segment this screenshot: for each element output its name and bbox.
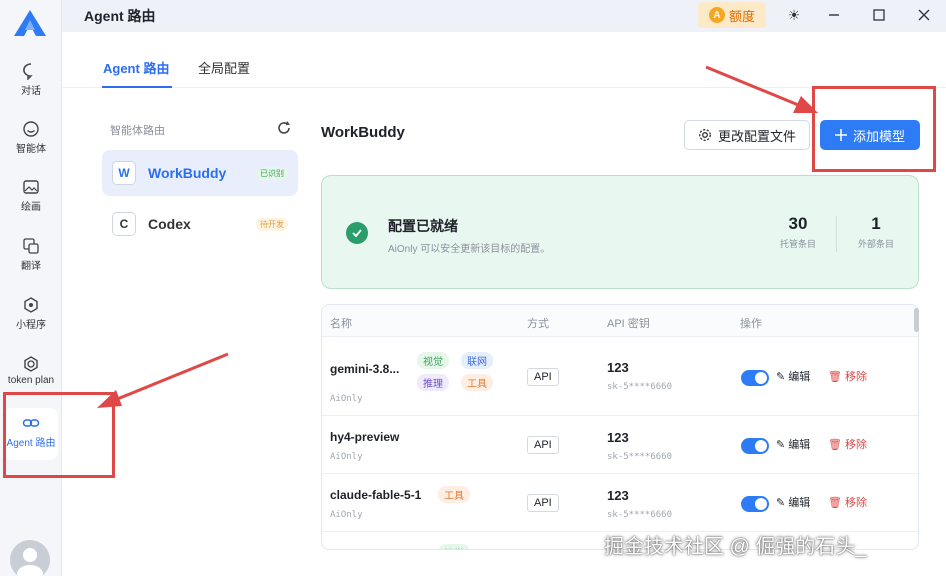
annotation-arrows — [97, 65, 818, 408]
watermark-text: 掘金技术社区 @ 倔强的石头_ — [604, 536, 867, 558]
